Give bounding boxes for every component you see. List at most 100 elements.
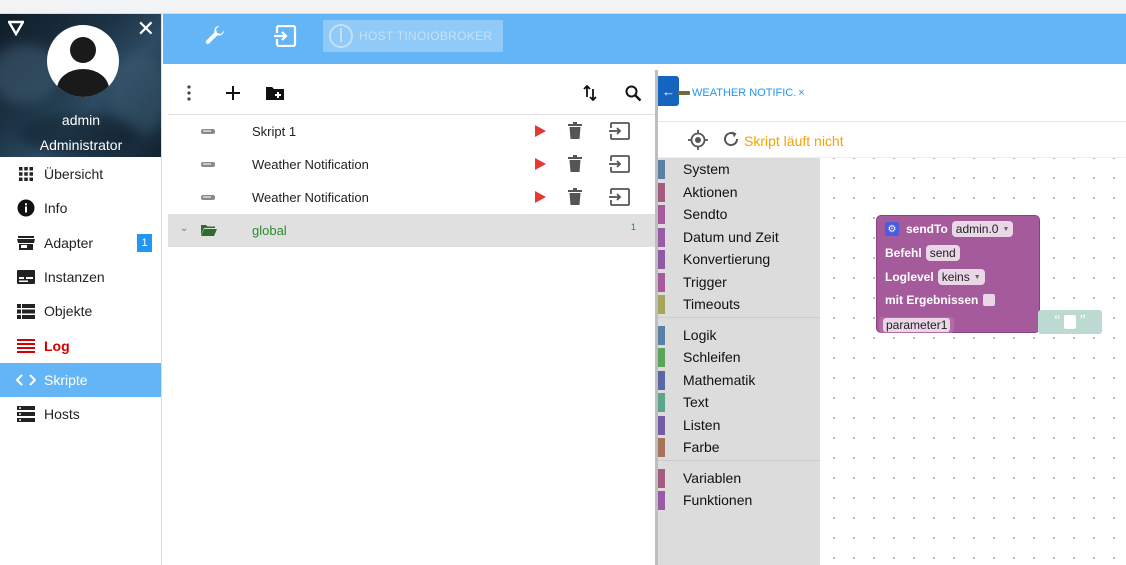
nav-label: Instanzen xyxy=(44,269,105,286)
folder-row-global[interactable]: ⌄ global 1 xyxy=(168,214,655,247)
restart-icon[interactable] xyxy=(722,130,740,153)
script-name: Weather Notification xyxy=(252,190,369,205)
run-script-icon[interactable] xyxy=(535,125,546,137)
nav-item-hosts[interactable]: Hosts xyxy=(0,397,161,431)
category-color-swatch xyxy=(658,415,665,435)
avatar[interactable] xyxy=(47,25,119,97)
close-sidebar-icon[interactable]: ✕ xyxy=(137,18,155,40)
server-icon xyxy=(16,404,36,424)
toolbox-category[interactable]: Text xyxy=(658,391,820,414)
blockly-toolbox: System Aktionen Sendto Datum und Zeit Konver… xyxy=(658,158,820,565)
loglevel-value: keins xyxy=(941,270,970,284)
toolbox-category[interactable]: System xyxy=(658,158,820,181)
settings-wrench-icon[interactable] xyxy=(203,24,229,50)
back-arrow-icon[interactable]: ← xyxy=(658,76,679,106)
toolbox-category[interactable]: Konvertierung xyxy=(658,248,820,271)
nav-item-objects[interactable]: Objekte xyxy=(0,294,161,328)
close-tab-icon[interactable]: × xyxy=(798,87,804,99)
category-color-swatch xyxy=(658,438,665,457)
nav-item-instances[interactable]: Instanzen xyxy=(0,260,161,294)
delete-icon[interactable] xyxy=(568,188,582,208)
text-input[interactable] xyxy=(1064,315,1076,329)
locate-icon[interactable] xyxy=(688,130,708,155)
nav-label: Hosts xyxy=(44,406,80,423)
tab-weather-notification[interactable]: WEATHER NOTIFIC. × xyxy=(678,83,805,103)
search-icon[interactable] xyxy=(622,82,644,104)
toolbox-category[interactable]: Logik xyxy=(658,324,820,347)
export-icon[interactable] xyxy=(608,188,630,209)
sendto-header: ⚙ sendTo admin.0 ▼ xyxy=(885,221,1014,237)
toolbox-separator xyxy=(658,459,820,467)
toolbox-category[interactable]: Schleifen xyxy=(658,346,820,369)
dropdown-arrow-icon: ▼ xyxy=(1002,225,1010,233)
category-color-swatch xyxy=(658,160,665,179)
category-label: Mathematik xyxy=(683,371,756,388)
block-title: sendTo xyxy=(906,222,948,236)
toolbox-category[interactable]: Datum und Zeit xyxy=(658,226,820,249)
instance-value: admin.0 xyxy=(955,222,999,236)
category-label: Trigger xyxy=(683,273,727,290)
sort-icon[interactable] xyxy=(579,82,601,104)
quote-open: “ xyxy=(1054,313,1060,330)
run-script-icon[interactable] xyxy=(535,191,546,203)
script-name: Skript 1 xyxy=(252,124,297,139)
toolbox-category[interactable]: Variablen xyxy=(658,467,820,490)
run-script-icon[interactable] xyxy=(535,158,546,170)
category-label: Variablen xyxy=(683,469,742,486)
browser-chrome xyxy=(0,0,1126,14)
command-input[interactable]: send xyxy=(925,245,960,261)
sendto-block[interactable]: ⚙ sendTo admin.0 ▼ Befehl send Loglevel k… xyxy=(876,215,1040,333)
category-color-swatch xyxy=(658,468,665,488)
loglevel-row: Loglevel keins ▼ xyxy=(885,269,985,285)
toolbox-category[interactable]: Farbe xyxy=(658,436,820,459)
toolbox-category[interactable]: Timeouts xyxy=(658,293,820,316)
export-icon[interactable] xyxy=(608,122,630,143)
category-label: Datum und Zeit xyxy=(683,228,779,245)
toolbox-category[interactable]: Listen xyxy=(658,414,820,437)
toolbox-category[interactable]: Trigger xyxy=(658,271,820,294)
more-vert-icon[interactable] xyxy=(178,82,200,104)
nav-item-scripts[interactable]: Skripte xyxy=(0,362,161,398)
blockly-workspace[interactable]: ⚙ sendTo admin.0 ▼ Befehl send Loglevel k… xyxy=(820,158,1126,565)
category-label: Text xyxy=(683,394,709,410)
logo-triangle-icon xyxy=(6,20,26,37)
host-name: HOST TINOIOBROKER xyxy=(359,29,493,43)
toolbox-category[interactable]: Sendto xyxy=(658,203,820,226)
nav-item-overview[interactable]: Übersicht xyxy=(0,157,161,191)
nav-label: Übersicht xyxy=(44,166,104,183)
gear-icon[interactable]: ⚙ xyxy=(885,222,899,236)
sidebar: ✕ admin Administrator Übersicht Info Ada… xyxy=(0,14,162,565)
delete-icon[interactable] xyxy=(568,155,582,175)
script-row-skript1[interactable]: Skript 1 xyxy=(168,115,655,148)
adapter-update-badge: 1 xyxy=(137,233,152,252)
app-bar: HOST TINOIOBROKER xyxy=(163,14,1126,64)
chevron-down-icon[interactable]: ⌄ xyxy=(180,223,188,234)
add-script-icon[interactable] xyxy=(222,82,244,104)
nav-item-info[interactable]: Info xyxy=(0,191,161,225)
script-row-weather-1[interactable]: Weather Notification xyxy=(168,148,655,181)
delete-icon[interactable] xyxy=(568,122,582,142)
export-icon[interactable] xyxy=(608,155,630,176)
folder-name: global xyxy=(252,223,287,238)
nav-item-adapter[interactable]: Adapter 1 xyxy=(0,226,161,260)
host-selector[interactable]: HOST TINOIOBROKER xyxy=(323,20,503,52)
nav-item-log[interactable]: Log xyxy=(0,328,161,362)
logo-icon[interactable] xyxy=(6,20,26,41)
toolbox-category[interactable]: Funktionen xyxy=(658,489,820,512)
param-name[interactable]: parameter1 xyxy=(883,318,951,332)
instance-dropdown[interactable]: admin.0 ▼ xyxy=(951,221,1014,237)
script-list-panel: Skript 1 Weather Notification Weather No… xyxy=(168,70,655,565)
logout-icon[interactable] xyxy=(273,24,299,51)
script-row-weather-2[interactable]: Weather Notification xyxy=(168,181,655,214)
script-status-text: Skript läuft nicht xyxy=(744,133,844,149)
loglevel-dropdown[interactable]: keins ▼ xyxy=(937,269,985,285)
text-block[interactable]: “ ” xyxy=(1038,310,1102,334)
results-checkbox[interactable] xyxy=(983,294,996,306)
instances-icon xyxy=(16,267,36,287)
add-folder-icon[interactable] xyxy=(264,82,286,104)
grid-icon xyxy=(16,164,36,184)
results-row: mit Ergebnissen xyxy=(885,293,996,307)
toolbox-category[interactable]: Aktionen xyxy=(658,181,820,204)
category-color-swatch xyxy=(658,370,665,390)
toolbox-category[interactable]: Mathematik xyxy=(658,369,820,392)
